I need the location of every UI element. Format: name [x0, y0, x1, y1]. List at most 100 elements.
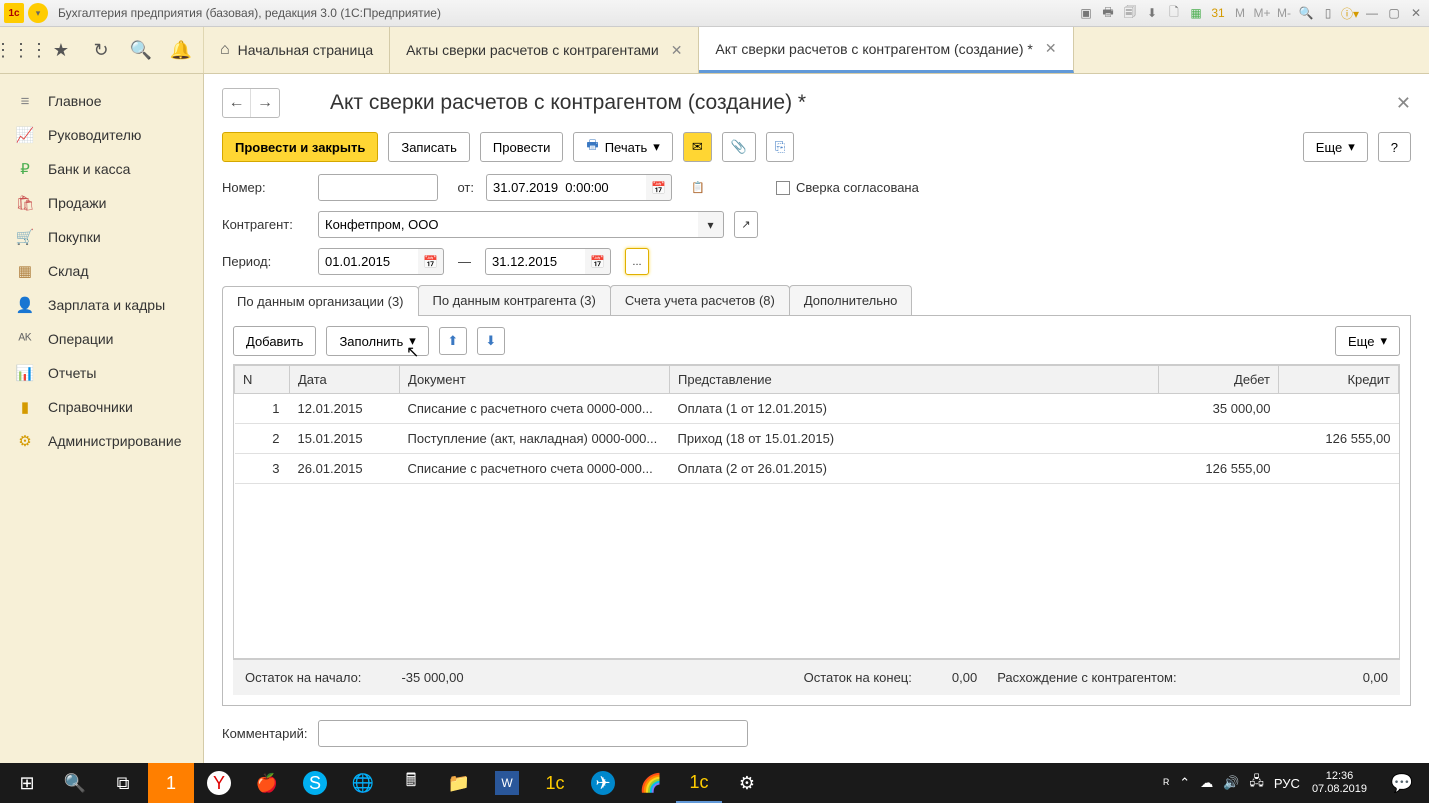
titlebar-icon[interactable]: 🗐	[1121, 4, 1139, 22]
titlebar-m-icon[interactable]: M	[1231, 4, 1249, 22]
period-to-input[interactable]	[485, 248, 585, 275]
titlebar-icon[interactable]: ⬇	[1143, 4, 1161, 22]
tray-icon[interactable]: ᴿ	[1163, 776, 1169, 791]
tab-close-icon[interactable]: ✕	[671, 42, 683, 59]
app-menu-dropdown[interactable]: ▾	[28, 3, 48, 23]
content-tab[interactable]: По данным контрагента (3)	[418, 285, 611, 315]
period-from-input[interactable]	[318, 248, 418, 275]
col-date[interactable]: Дата	[290, 366, 400, 394]
sidebar-item[interactable]: 📈Руководителю	[0, 118, 203, 152]
structure-button[interactable]: ⎘	[766, 132, 794, 162]
more-button[interactable]: Еще▾	[1303, 132, 1368, 162]
search-button[interactable]: 🔍	[52, 763, 98, 803]
action-center-button[interactable]: 💬	[1379, 763, 1425, 803]
favorites-star-icon[interactable]: ★	[50, 39, 72, 61]
close-page-button[interactable]: ✕	[1396, 93, 1411, 114]
sidebar-item[interactable]: ▮Справочники	[0, 390, 203, 424]
email-button[interactable]: ✉	[683, 132, 712, 162]
taskbar-telegram[interactable]: ✈	[580, 763, 626, 803]
window-close-icon[interactable]: ✕	[1407, 4, 1425, 22]
titlebar-zoom-icon[interactable]: 🔍	[1297, 4, 1315, 22]
post-button[interactable]: Провести	[480, 132, 564, 162]
content-tab[interactable]: Дополнительно	[789, 285, 913, 315]
taskbar-calculator[interactable]: 🖩	[388, 763, 434, 803]
titlebar-panel-icon[interactable]: ▯	[1319, 4, 1337, 22]
taskbar-app[interactable]: 1	[148, 763, 194, 803]
calendar-button[interactable]: 📅	[418, 248, 444, 275]
topnav-tab[interactable]: ⌂Начальная страница	[204, 27, 390, 73]
table-row[interactable]: 215.01.2015Поступление (акт, накладная) …	[235, 424, 1399, 454]
period-select-button[interactable]: ...	[625, 248, 649, 275]
help-button[interactable]: ?	[1378, 132, 1411, 162]
calendar-button[interactable]: 📅	[646, 174, 672, 201]
date-input[interactable]	[486, 174, 646, 201]
tray-network-icon[interactable]: 🖧	[1249, 772, 1264, 794]
tray-volume-icon[interactable]: 🔊	[1223, 775, 1239, 791]
notifications-bell-icon[interactable]: 🔔	[170, 39, 192, 61]
data-table[interactable]: N Дата Документ Представление Дебет Кред…	[234, 365, 1399, 484]
print-button[interactable]: 🖶Печать▾	[573, 132, 672, 162]
sidebar-item[interactable]: ᴬᴷОперации	[0, 322, 203, 356]
sidebar-item[interactable]: 👤Зарплата и кадры	[0, 288, 203, 322]
col-credit[interactable]: Кредит	[1279, 366, 1399, 394]
comment-input[interactable]	[318, 720, 748, 747]
titlebar-icon[interactable]: ▣	[1077, 4, 1095, 22]
topnav-tab[interactable]: Акт сверки расчетов с контрагентом (созд…	[699, 27, 1073, 73]
sidebar-item[interactable]: ⚙Администрирование	[0, 424, 203, 458]
sidebar-item[interactable]: ≡Главное	[0, 84, 203, 118]
taskbar-skype[interactable]: S	[292, 763, 338, 803]
col-debit[interactable]: Дебет	[1159, 366, 1279, 394]
counterparty-input[interactable]	[318, 211, 698, 238]
post-and-close-button[interactable]: Провести и закрыть	[222, 132, 378, 162]
content-tab[interactable]: По данным организации (3)	[222, 286, 419, 316]
taskbar-yandex[interactable]: Y	[196, 763, 242, 803]
move-down-button[interactable]: ⬇	[477, 327, 505, 355]
content-tab[interactable]: Счета учета расчетов (8)	[610, 285, 790, 315]
history-icon[interactable]: ↻	[90, 39, 112, 61]
sidebar-item[interactable]: 🛍Продажи	[0, 186, 203, 220]
titlebar-icon[interactable]: 🗋	[1165, 4, 1183, 22]
titlebar-calendar31-icon[interactable]: 31	[1209, 4, 1227, 22]
titlebar-info-icon[interactable]: ⓘ▾	[1341, 4, 1359, 22]
move-up-button[interactable]: ⬆	[439, 327, 467, 355]
tray-lang[interactable]: РУС	[1274, 776, 1300, 791]
titlebar-mplus-icon[interactable]: M+	[1253, 4, 1271, 22]
titlebar-mminus-icon[interactable]: M-	[1275, 4, 1293, 22]
open-counterparty-button[interactable]: ↗	[734, 211, 758, 238]
nav-forward-button[interactable]: →	[251, 89, 279, 117]
sidebar-item[interactable]: ₽Банк и касса	[0, 152, 203, 186]
topnav-tab[interactable]: Акты сверки расчетов с контрагентами✕	[390, 27, 699, 73]
task-view-button[interactable]: ⧉	[100, 763, 146, 803]
sidebar-item[interactable]: 📊Отчеты	[0, 356, 203, 390]
sidebar-item[interactable]: ▦Склад	[0, 254, 203, 288]
table-row[interactable]: 326.01.2015Списание с расчетного счета 0…	[235, 454, 1399, 484]
doc-status-icon[interactable]: 📋	[686, 174, 710, 201]
taskbar-clock[interactable]: 12:36 07.08.2019	[1302, 770, 1377, 796]
titlebar-print-icon[interactable]: 🖶	[1099, 4, 1117, 22]
dropdown-button[interactable]: ▾	[698, 211, 724, 238]
save-button[interactable]: Записать	[388, 132, 470, 162]
taskbar-word[interactable]: W	[484, 763, 530, 803]
taskbar-chrome[interactable]: 🌈	[628, 763, 674, 803]
taskbar-1c-active[interactable]: 1c	[676, 763, 722, 803]
taskbar-1c[interactable]: 1c	[532, 763, 578, 803]
taskbar-app[interactable]: 🌐	[340, 763, 386, 803]
number-input[interactable]	[318, 174, 438, 201]
taskbar-explorer[interactable]: 📁	[436, 763, 482, 803]
apps-grid-icon[interactable]: ⋮⋮⋮	[10, 39, 32, 61]
tray-chevron-icon[interactable]: ⌃	[1179, 775, 1190, 791]
search-icon[interactable]: 🔍	[130, 39, 152, 61]
taskbar-app[interactable]: 🍎	[244, 763, 290, 803]
window-maximize-icon[interactable]: ▢	[1385, 4, 1403, 22]
fill-button[interactable]: Заполнить ▾	[326, 326, 428, 356]
tray-cloud-icon[interactable]: ☁	[1200, 775, 1213, 791]
table-row[interactable]: 112.01.2015Списание с расчетного счета 0…	[235, 394, 1399, 424]
attach-button[interactable]: 📎	[722, 132, 756, 162]
window-minimize-icon[interactable]: —	[1363, 4, 1381, 22]
tab-close-icon[interactable]: ✕	[1045, 40, 1057, 57]
tab-more-button[interactable]: Еще▾	[1335, 326, 1400, 356]
nav-back-button[interactable]: ←	[223, 89, 251, 117]
taskbar-settings[interactable]: ⚙	[724, 763, 770, 803]
system-tray[interactable]: ᴿ ⌃ ☁ 🔊 🖧 РУС	[1163, 772, 1300, 794]
agreed-checkbox[interactable]	[776, 181, 790, 195]
